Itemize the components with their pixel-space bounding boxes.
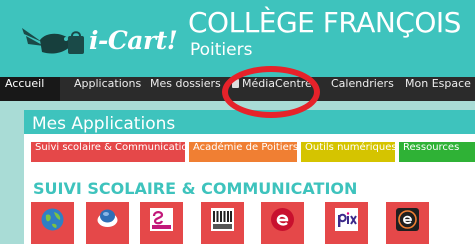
tab-academie-poitiers[interactable]: Académie de Poitiers [189, 142, 297, 162]
school-city: Poitiers [190, 40, 253, 60]
nav-item-calendriers[interactable]: Calendriers [331, 77, 394, 101]
app-tile[interactable] [140, 202, 183, 244]
tab-outils-numeriques[interactable]: Outils numériques [301, 142, 395, 162]
nav-item-label: Applications [74, 77, 142, 90]
nav-item-label: Mon Espace [405, 77, 471, 90]
globe-icon [41, 208, 64, 231]
nav-item-mes-dossiers[interactable]: Mes dossiers [150, 77, 221, 101]
nav-item-applications[interactable]: Applications [74, 77, 141, 101]
scol-logo-icon [150, 208, 173, 231]
e-badge-icon [396, 208, 419, 231]
app-tile[interactable] [261, 202, 304, 244]
folio-logo-icon [211, 208, 234, 231]
e-letter-icon [271, 208, 294, 231]
nav-item-mon-espace[interactable]: Mon Espace [405, 77, 471, 101]
app-tile[interactable] [31, 202, 74, 244]
pix-logo-icon [335, 208, 358, 231]
nav-item-label: Mes dossiers [150, 77, 221, 90]
icart-logo[interactable]: i-Cart! [20, 22, 188, 60]
nav-item-accueil[interactable]: Accueil [0, 77, 60, 101]
logo-wordmark: i-Cart! [89, 26, 178, 55]
chat-bubble-icon [97, 209, 118, 227]
school-name: COLLÈGE FRANÇOIS [188, 6, 461, 39]
bird-bag-icon [22, 28, 84, 54]
nav-item-label: Calendriers [331, 77, 394, 90]
highlight-circle [222, 66, 320, 118]
section-title: SUIVI SCOLAIRE & COMMUNICATION [33, 179, 358, 198]
site-header: i-Cart! COLLÈGE FRANÇOIS Poitiers [0, 0, 475, 77]
app-tile[interactable] [86, 202, 129, 244]
tab-suivi-scolaire[interactable]: Suivi scolaire & Communication [31, 142, 185, 162]
app-tile[interactable] [386, 202, 429, 244]
app-tile[interactable] [201, 202, 244, 244]
nav-item-label: Accueil [5, 77, 45, 90]
app-tile[interactable] [325, 202, 368, 244]
panel-title: Mes Applications [32, 114, 176, 134]
tab-ressources[interactable]: Ressources [399, 142, 475, 162]
